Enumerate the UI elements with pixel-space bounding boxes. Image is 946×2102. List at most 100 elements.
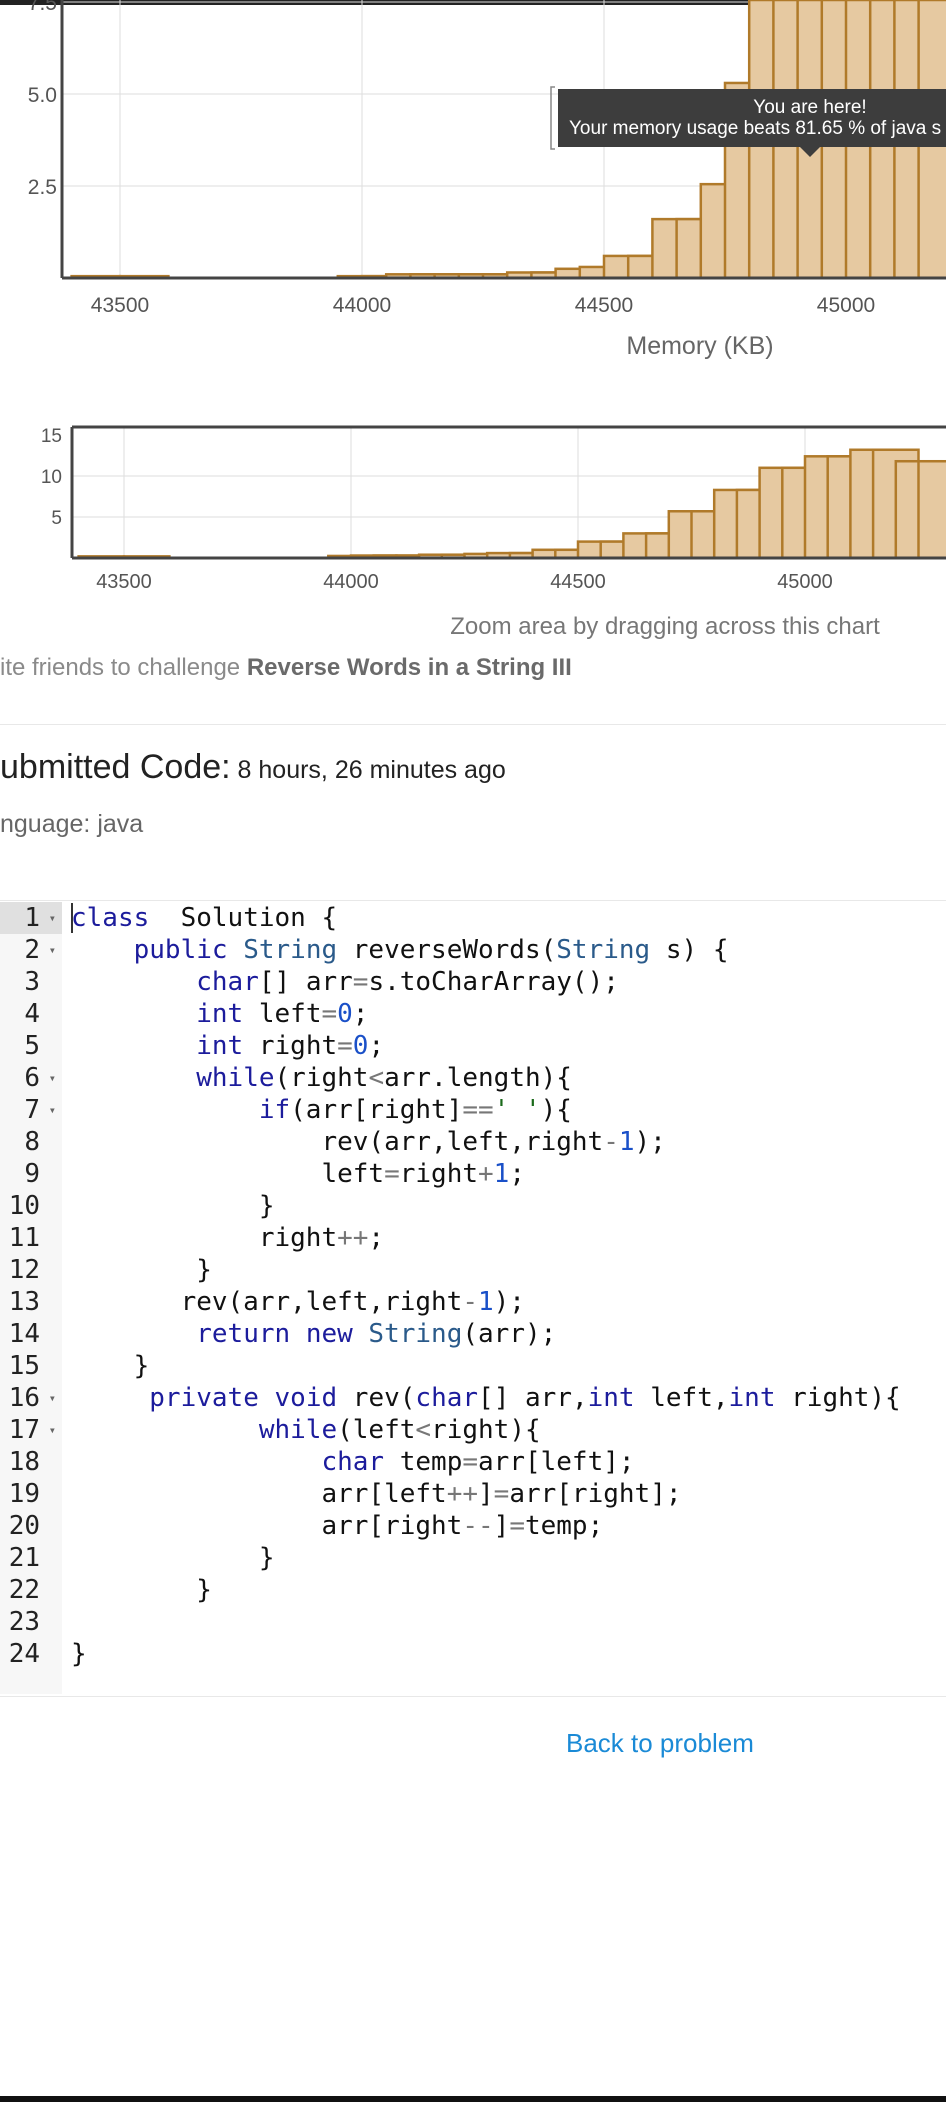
editor-bottom-divider <box>0 1696 946 1697</box>
code-token: ; <box>368 1223 385 1253</box>
code-token: right){ <box>431 1415 541 1445</box>
x-tick-label: 44000 <box>333 294 391 317</box>
line-number-text: 21 <box>8 1543 40 1573</box>
memory-distribution-chart[interactable]: 7.5 5.0 2.5 43500 44000 44500 45000 Memory (KB)… <box>0 0 946 370</box>
line-number-gutter: 1 ▾ 2 ▾ 3 4 5 6 ▾ 7 ▾ 8 9 10 11 12 13 14 15 16 ▾ 17 ▾ 18 19 20 21 2… <box>0 902 62 1694</box>
code-line[interactable]: arr[left++]=arr[right]; <box>71 1478 682 1510</box>
code-token: } <box>71 1543 275 1573</box>
code-token: while <box>258 1415 338 1445</box>
invite-problem-link[interactable]: Reverse Words in a String III <box>247 654 572 681</box>
line-number-text: 13 <box>8 1287 40 1317</box>
line-number: 7 ▾ <box>0 1094 62 1126</box>
code-token: } <box>71 1255 212 1285</box>
code-line[interactable]: while(left<right){ <box>71 1414 541 1446</box>
code-token: = <box>384 1159 400 1189</box>
code-token: arr[right]; <box>509 1479 682 1509</box>
line-number-text: 7 <box>24 1095 40 1125</box>
code-line[interactable]: } <box>71 1574 212 1606</box>
zoom-caption: Zoom area by dragging across this chart <box>450 613 880 640</box>
code-line[interactable]: } <box>71 1638 87 1670</box>
code-token: if <box>258 1095 291 1125</box>
code-token: ; <box>509 1159 525 1189</box>
code-token: = <box>352 967 369 997</box>
fold-arrow-icon[interactable]: ▾ <box>49 1414 56 1446</box>
zoom-histogram-bar[interactable] <box>917 459 946 560</box>
x-tick-label: 43500 <box>91 294 149 317</box>
invite-prefix: ite friends to challenge <box>0 654 247 681</box>
code-line[interactable]: } <box>71 1542 275 1574</box>
fold-arrow-icon[interactable]: ▾ <box>49 902 56 934</box>
line-number-text: 4 <box>24 999 40 1029</box>
code-line[interactable]: int left=0; <box>71 998 368 1030</box>
zoom-x-tick-label: 43500 <box>96 571 152 593</box>
line-number-text: 22 <box>8 1575 40 1605</box>
x-axis-label: Memory (KB) <box>626 332 773 360</box>
line-number: 15 <box>0 1350 62 1382</box>
tooltip-bracket <box>550 86 555 150</box>
code-line[interactable]: rev(arr,left,right-1); <box>71 1286 525 1318</box>
text-cursor <box>71 903 73 933</box>
code-token: 0 <box>352 1031 369 1061</box>
code-token: (right <box>274 1063 369 1093</box>
code-line[interactable]: } <box>71 1350 150 1382</box>
code-token: return <box>196 1319 291 1349</box>
code-line[interactable]: if(arr[right]==' '){ <box>71 1094 572 1126</box>
line-number: 1 ▾ <box>0 902 62 934</box>
fold-arrow-icon[interactable]: ▾ <box>49 1062 56 1094</box>
fold-arrow-icon[interactable]: ▾ <box>49 1382 56 1414</box>
code-line[interactable]: class Solution { <box>71 902 337 934</box>
code-token: int <box>196 1031 244 1061</box>
code-line[interactable]: char temp=arr[left]; <box>71 1446 634 1478</box>
zoom-y-tick-label: 5 <box>51 508 62 529</box>
zoom-x-tick-label: 44500 <box>550 571 606 593</box>
you-are-here-tooltip: You are here!Your memory usage beats 81.… <box>550 86 946 157</box>
code-line[interactable]: } <box>71 1190 275 1222</box>
code-line[interactable]: right++; <box>71 1222 384 1254</box>
code-line[interactable]: } <box>71 1254 212 1286</box>
code-token: } <box>71 1351 150 1381</box>
line-number: 14 <box>0 1318 62 1350</box>
line-number-text: 9 <box>24 1159 40 1189</box>
zoom-overview-chart[interactable]: 15 10 5 43500 44000 44500 45000 Zoom area by dr… <box>0 410 946 650</box>
code-line[interactable]: while(right<arr.length){ <box>71 1062 572 1094</box>
code-token: ++ <box>337 1223 369 1253</box>
code-editor[interactable]: 1 ▾ 2 ▾ 3 4 5 6 ▾ 7 ▾ 8 9 10 11 12 13 14 15 16 ▾ 17 ▾ 18 19 20 21 2… <box>0 902 946 1694</box>
code-token: Solution { <box>149 903 338 933</box>
code-token: 0 <box>337 999 353 1029</box>
code-line[interactable]: int right=0; <box>71 1030 384 1062</box>
code-token: ; <box>352 999 369 1029</box>
line-number: 22 <box>0 1574 62 1606</box>
fold-arrow-icon[interactable]: ▾ <box>49 934 56 966</box>
code-token: class <box>71 903 150 933</box>
code-token: = <box>321 999 338 1029</box>
code-token: } <box>71 1575 212 1605</box>
language-label: nguage: java <box>0 810 144 838</box>
code-token: } <box>71 1191 275 1221</box>
code-line[interactable]: left=right+1; <box>71 1158 525 1190</box>
code-token: char <box>321 1447 385 1477</box>
code-token: (left <box>337 1415 416 1445</box>
code-line[interactable]: arr[right--]=temp; <box>71 1510 603 1542</box>
line-number: 11 <box>0 1222 62 1254</box>
code-line[interactable]: private void rev(char[] arr,int left,int… <box>71 1382 900 1414</box>
line-number-text: 17 <box>8 1415 40 1445</box>
code-token: (arr[right] <box>290 1095 463 1125</box>
code-token: temp <box>384 1447 463 1477</box>
fold-arrow-icon[interactable]: ▾ <box>49 1094 56 1126</box>
back-to-problem-link[interactable]: Back to problem <box>566 1728 754 1759</box>
code-line[interactable]: rev(arr,left,right-1); <box>71 1126 665 1158</box>
code-line[interactable]: return new String(arr); <box>71 1318 556 1350</box>
code-token: temp; <box>524 1511 604 1541</box>
code-line[interactable]: char[] arr=s.toCharArray(); <box>71 966 619 998</box>
code-token: = <box>337 1031 353 1061</box>
code-line[interactable]: public String reverseWords(String s) { <box>71 934 729 966</box>
line-number: 16 ▾ <box>0 1382 62 1414</box>
code-token: left <box>243 999 322 1029</box>
